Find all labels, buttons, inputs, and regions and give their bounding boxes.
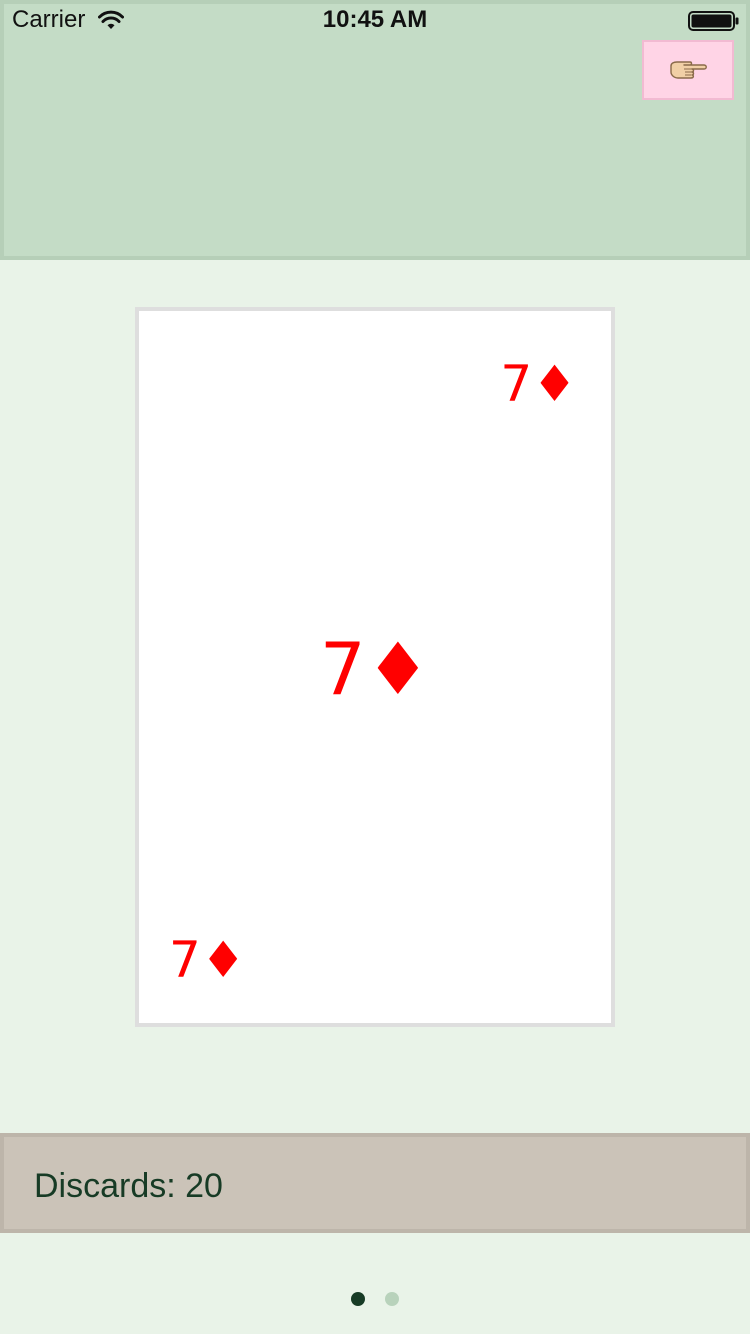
discards-bar: Discards: 20 [0,1133,750,1233]
status-bar: Carrier 10:45 AM [0,0,750,40]
clock: 10:45 AM [322,6,428,33]
battery-full-icon [688,11,739,31]
card-corner-top: 7♦ [500,355,577,413]
hint-button[interactable] [642,40,734,100]
page-dot-2[interactable] [385,1291,400,1306]
card-center-label: 7♦ [319,627,431,711]
page-dot-1-active[interactable] [350,1291,365,1306]
page-control[interactable] [0,1290,750,1306]
playing-card[interactable]: 7♦ 7♦ 7♦ [135,307,615,1027]
pointing-hand-icon [670,61,707,79]
card-corner-bottom: 7♦ [169,931,246,989]
discards-count: Discards: 20 [34,1167,223,1205]
